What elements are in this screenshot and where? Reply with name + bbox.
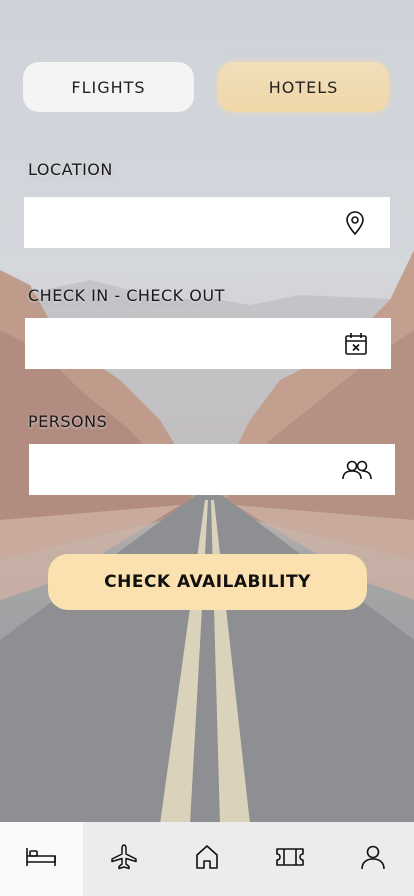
users-icon[interactable] [341,457,373,483]
location-field[interactable] [24,197,390,248]
ticket-icon [274,845,306,873]
tab-hotels[interactable] [0,822,83,896]
user-icon [359,843,387,875]
check-availability-button[interactable]: CHECK AVAILABILITY [48,554,367,610]
dates-label: CHECK IN - CHECK OUT [28,286,225,305]
persons-field[interactable] [29,444,395,495]
map-pin-icon[interactable] [342,210,368,236]
bed-icon [25,846,57,872]
bottom-tab-bar [0,822,414,896]
persons-input[interactable] [29,444,315,495]
location-input[interactable] [24,197,310,248]
tab-flights[interactable] [83,822,166,896]
calendar-x-icon[interactable] [343,331,369,357]
home-icon [193,843,221,875]
flights-toggle-button[interactable]: FLIGHTS [23,62,194,112]
hotels-toggle-button[interactable]: HOTELS [218,62,389,112]
persons-label: PERSONS [28,412,108,431]
plane-icon [109,842,139,876]
dates-field[interactable] [25,318,391,369]
dates-input[interactable] [25,318,311,369]
tab-tickets[interactable] [248,822,331,896]
tab-profile[interactable] [331,822,414,896]
location-label: LOCATION [28,160,113,179]
tab-home[interactable] [166,822,249,896]
